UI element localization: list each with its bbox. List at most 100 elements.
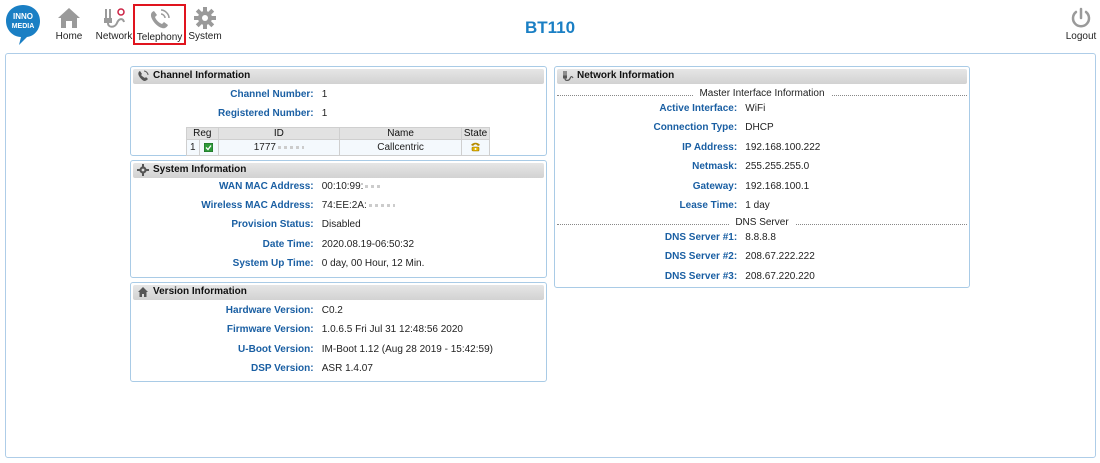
info-row: U-Boot Version: IM-Boot 1.12 (Aug 28 201… bbox=[131, 344, 546, 358]
nav-telephony[interactable]: Telephony bbox=[133, 4, 186, 45]
redacted-mark bbox=[365, 184, 382, 188]
master-interface-divider: Master Interface Information bbox=[557, 84, 967, 99]
reg-status-cell bbox=[198, 139, 219, 156]
nav-network[interactable]: Network bbox=[95, 6, 133, 42]
info-row: Date Time: 2020.08.19-06:50:32 bbox=[131, 239, 546, 253]
channel-table: Reg ID Name State 1 1777 Callcentric bbox=[186, 127, 490, 156]
column-name: Name bbox=[339, 127, 463, 140]
provision-status-label: Provision Status: bbox=[231, 219, 314, 230]
channel-table-header: Reg ID Name State bbox=[186, 127, 490, 140]
channel-id-cell: 1777 bbox=[217, 139, 341, 156]
column-reg: Reg bbox=[186, 127, 219, 140]
date-time-value: 2020.08.19-06:50:32 bbox=[321, 239, 415, 250]
wireless-mac-value: 74:EE:2A: bbox=[318, 200, 395, 211]
version-information-panel: Version Information Hardware Version: C0… bbox=[130, 282, 547, 382]
hardware-version-label: Hardware Version: bbox=[225, 305, 314, 316]
hardware-version-value: C0.2 bbox=[321, 305, 343, 316]
info-row: Firmware Version: 1.0.6.5 Fri Jul 31 12:… bbox=[131, 324, 546, 338]
main-content: Channel Information Channel Number: 1 Re… bbox=[5, 53, 1096, 458]
nav-telephony-label: Telephony bbox=[136, 32, 183, 43]
info-row: DSP Version: ASR 1.4.07 bbox=[131, 363, 546, 377]
system-information-panel: System Information WAN MAC Address: 00:1… bbox=[130, 160, 547, 278]
gear-icon bbox=[137, 164, 149, 176]
column-id: ID bbox=[217, 127, 341, 140]
channel-information-title: Channel Information bbox=[153, 70, 251, 81]
network-information-title: Network Information bbox=[577, 70, 675, 81]
registered-number-label: Registered Number: bbox=[218, 108, 314, 119]
info-row: Active Interface: WiFi bbox=[555, 103, 969, 117]
dns-server-heading: DNS Server bbox=[729, 217, 795, 228]
system-uptime-label: System Up Time: bbox=[232, 258, 314, 269]
svg-text:INNO: INNO bbox=[13, 12, 33, 21]
version-information-header: Version Information bbox=[133, 285, 544, 300]
info-row: System Up Time: 0 day, 00 Hour, 12 Min. bbox=[131, 258, 546, 272]
state-cell bbox=[461, 139, 490, 156]
system-information-title: System Information bbox=[153, 164, 247, 175]
info-row: WAN MAC Address: 00:10:99: bbox=[131, 181, 546, 195]
svg-text:MEDIA: MEDIA bbox=[12, 23, 35, 30]
nav-network-label: Network bbox=[95, 31, 133, 42]
channel-id: 1777 bbox=[253, 142, 276, 153]
network-icon bbox=[563, 71, 574, 81]
network-information-header: Network Information bbox=[557, 69, 967, 84]
dsp-version-value: ASR 1.4.07 bbox=[321, 363, 373, 374]
home-icon bbox=[138, 287, 148, 297]
netmask-label: Netmask: bbox=[692, 161, 738, 172]
dns-server-3-value: 208.67.220.220 bbox=[745, 271, 815, 282]
uboot-version-value: IM-Boot 1.12 (Aug 28 2019 - 15:42:59) bbox=[321, 344, 493, 355]
phone-onhook-icon bbox=[471, 143, 481, 152]
top-bar: INNO MEDIA Home Network Telephony System… bbox=[0, 0, 1100, 50]
info-row: DNS Server #1: 8.8.8.8 bbox=[555, 232, 969, 246]
info-row: Registered Number: 1 bbox=[131, 108, 546, 122]
row-index: 1 bbox=[186, 139, 200, 156]
info-row: DNS Server #3: 208.67.220.220 bbox=[555, 271, 969, 285]
logout-label: Logout bbox=[1065, 31, 1097, 42]
ip-address-label: IP Address: bbox=[682, 142, 738, 153]
channel-name-cell: Callcentric bbox=[339, 139, 463, 156]
connection-type-label: Connection Type: bbox=[653, 122, 738, 133]
firmware-version-value: 1.0.6.5 Fri Jul 31 12:48:56 2020 bbox=[321, 324, 463, 335]
master-interface-heading: Master Interface Information bbox=[693, 88, 831, 99]
registered-number-value: 1 bbox=[321, 108, 328, 119]
info-row: Connection Type: DHCP bbox=[555, 122, 969, 136]
dns-server-2-value: 208.67.222.222 bbox=[745, 251, 815, 262]
date-time-label: Date Time: bbox=[262, 239, 314, 250]
dns-server-3-label: DNS Server #3: bbox=[664, 271, 738, 282]
wireless-mac-text: 74:EE:2A: bbox=[321, 200, 367, 211]
network-information-panel: Network Information Master Interface Inf… bbox=[554, 66, 970, 288]
connection-type-value: DHCP bbox=[745, 122, 774, 133]
logout-button[interactable]: Logout bbox=[1064, 6, 1098, 42]
power-icon bbox=[1071, 7, 1091, 28]
provision-status-value: Disabled bbox=[321, 219, 361, 230]
gateway-label: Gateway: bbox=[692, 181, 738, 192]
nav-home[interactable]: Home bbox=[53, 6, 85, 42]
channel-information-panel: Channel Information Channel Number: 1 Re… bbox=[130, 66, 547, 156]
innomedia-logo: INNO MEDIA bbox=[5, 4, 41, 45]
channel-number-label: Channel Number: bbox=[230, 89, 314, 100]
firmware-version-label: Firmware Version: bbox=[226, 324, 314, 335]
active-interface-label: Active Interface: bbox=[659, 103, 738, 114]
wan-mac-value: 00:10:99: bbox=[318, 181, 382, 192]
gear-icon bbox=[194, 7, 216, 29]
info-row: IP Address: 192.168.100.222 bbox=[555, 142, 969, 156]
registered-check-icon bbox=[203, 142, 214, 153]
lease-time-value: 1 day bbox=[745, 200, 770, 211]
network-icon bbox=[104, 8, 125, 28]
system-information-header: System Information bbox=[133, 163, 544, 178]
active-interface-value: WiFi bbox=[745, 103, 766, 114]
info-row: Lease Time: 1 day bbox=[555, 200, 969, 214]
wan-mac-text: 00:10:99: bbox=[321, 181, 364, 192]
info-row: Netmask: 255.255.255.0 bbox=[555, 161, 969, 175]
version-information-title: Version Information bbox=[153, 286, 247, 297]
phone-icon bbox=[138, 70, 149, 81]
info-row: Channel Number: 1 bbox=[131, 89, 546, 103]
nav-system-label: System bbox=[188, 31, 222, 42]
info-row: DNS Server #2: 208.67.222.222 bbox=[555, 251, 969, 265]
home-icon bbox=[58, 8, 80, 28]
lease-time-label: Lease Time: bbox=[679, 200, 738, 211]
redacted-mark bbox=[368, 203, 395, 207]
nav-system[interactable]: System bbox=[187, 6, 223, 42]
gateway-value: 192.168.100.1 bbox=[745, 181, 810, 192]
ip-address-value: 192.168.100.222 bbox=[745, 142, 821, 153]
channel-number-value: 1 bbox=[321, 89, 328, 100]
